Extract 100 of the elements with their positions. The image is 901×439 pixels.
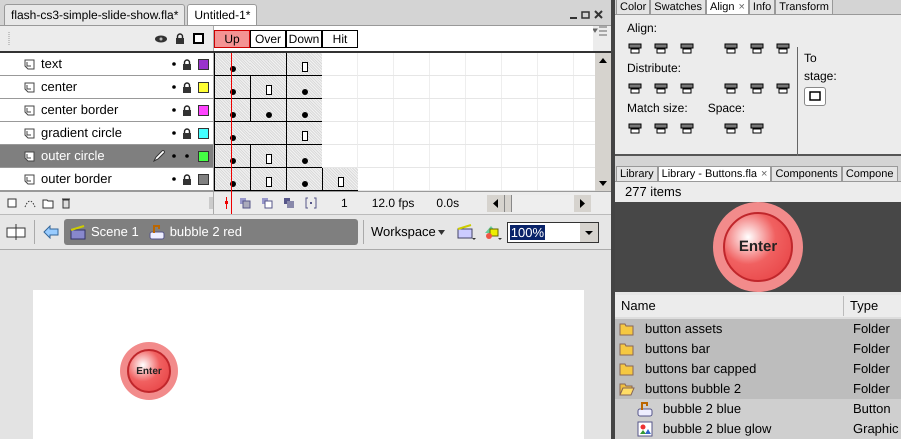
distribute-horizontal-center-icon xyxy=(749,80,765,95)
breadcrumb[interactable]: bubble 2 red xyxy=(148,222,242,242)
layer-name: center xyxy=(41,78,78,96)
frame-cell[interactable] xyxy=(214,168,250,191)
frame-cell[interactable] xyxy=(286,145,322,168)
edit-multiple-frames-icon xyxy=(283,197,295,209)
frame-label[interactable]: Over xyxy=(250,30,286,48)
zoom-field[interactable]: 100% xyxy=(506,222,599,242)
dot-icon[interactable] xyxy=(172,177,176,181)
button-label: Enter xyxy=(136,364,162,378)
frame-label[interactable]: Up xyxy=(214,30,250,48)
playhead-marker-icon xyxy=(224,197,229,209)
document-tab[interactable]: Untitled-1* xyxy=(187,4,258,25)
panel-tab[interactable]: Compone xyxy=(842,166,898,181)
layer-color-swatch[interactable] xyxy=(198,82,209,92)
layer-color-swatch[interactable] xyxy=(198,128,209,138)
unlocked-dot-icon[interactable] xyxy=(185,154,189,158)
frame-cell[interactable] xyxy=(286,168,322,191)
panel-tab[interactable]: Color xyxy=(616,0,650,14)
frame-cell[interactable] xyxy=(286,53,322,76)
panel-tab[interactable]: Swatches xyxy=(650,0,706,14)
lock-icon[interactable] xyxy=(182,128,192,138)
close-tab-button[interactable]: × xyxy=(738,0,745,14)
frame-cell[interactable] xyxy=(250,122,286,145)
keyframe-icon xyxy=(266,112,272,118)
frame-label[interactable]: Hit xyxy=(322,30,358,48)
library-item[interactable]: bubble 2 blue glow Graphic xyxy=(615,419,901,439)
item-name: buttons bar xyxy=(645,340,710,358)
lock-icon[interactable] xyxy=(182,58,192,70)
folder-icon xyxy=(619,341,635,357)
frame-cell[interactable] xyxy=(214,76,250,99)
layer-row[interactable]: outer circle xyxy=(0,145,214,168)
vertical-scrollbar[interactable] xyxy=(595,53,611,191)
grip-icon xyxy=(8,32,11,46)
layer-row[interactable]: center xyxy=(0,76,214,99)
library-item[interactable]: bubble 2 blue Button xyxy=(615,399,901,419)
frame-label[interactable]: Down xyxy=(286,30,322,48)
scroll-right-icon xyxy=(574,194,591,212)
dot-icon[interactable] xyxy=(172,108,176,112)
lock-icon[interactable] xyxy=(182,82,192,92)
section-label: To xyxy=(804,50,818,67)
frame-cell[interactable] xyxy=(214,53,250,76)
library-item[interactable]: buttons bar capped Folder xyxy=(615,359,901,379)
frame-cell[interactable] xyxy=(322,168,358,191)
library-item[interactable]: button assets Folder xyxy=(615,319,901,339)
lock-icon[interactable] xyxy=(182,174,192,184)
workspace-menu[interactable]: Workspace xyxy=(371,222,445,242)
item-name: buttons bar capped xyxy=(645,360,756,378)
frame-cell[interactable] xyxy=(250,76,286,99)
dot-icon[interactable] xyxy=(172,62,176,66)
horizontal-scrollbar[interactable] xyxy=(487,194,591,212)
document-tab[interactable]: flash-cs3-simple-slide-show.fla* xyxy=(4,4,186,25)
dot-icon[interactable] xyxy=(172,131,176,135)
trash-icon xyxy=(60,197,72,209)
dot-icon[interactable] xyxy=(172,154,176,158)
panel-tab[interactable]: Info xyxy=(748,0,776,14)
item-name: bubble 2 blue glow xyxy=(663,420,772,438)
folder-icon xyxy=(619,321,635,337)
panel-tab[interactable]: Library xyxy=(616,166,658,181)
layer-row[interactable]: gradient circle xyxy=(0,122,214,145)
layer-row[interactable]: text xyxy=(0,53,214,76)
layer-color-swatch[interactable] xyxy=(198,58,209,70)
frame-cell[interactable] xyxy=(214,145,250,168)
align-bottom-icon xyxy=(775,40,791,55)
scroll-thumb[interactable] xyxy=(504,194,512,212)
item-count: 277 items xyxy=(615,182,901,202)
panel-tab[interactable]: Transform xyxy=(775,0,833,14)
frame-cell[interactable] xyxy=(214,122,250,145)
item-type: Button xyxy=(852,400,891,418)
column-header[interactable]: Name xyxy=(615,296,844,316)
caret-icon xyxy=(438,230,445,234)
panel-tab[interactable]: Library - Buttons.fla × xyxy=(658,166,772,181)
button-symbol-icon xyxy=(637,401,653,417)
layer-row[interactable]: center border xyxy=(0,99,214,122)
layer-row[interactable]: outer border xyxy=(0,168,214,191)
layer-color-swatch[interactable] xyxy=(198,150,209,162)
frame-cell[interactable] xyxy=(214,99,250,122)
layer-color-swatch[interactable] xyxy=(198,104,209,116)
space-vertical-icon xyxy=(723,120,739,135)
lock-icon[interactable] xyxy=(182,104,192,116)
panel-tab[interactable]: Align × xyxy=(706,0,749,14)
keyframe-icon xyxy=(302,158,308,164)
breadcrumb[interactable]: Scene 1 xyxy=(70,222,139,242)
panel-tab[interactable]: Components xyxy=(771,166,842,181)
frame-cell[interactable] xyxy=(250,53,286,76)
lock-icon[interactable] xyxy=(175,33,185,44)
column-header[interactable]: Type xyxy=(844,296,878,316)
layer-color-swatch[interactable] xyxy=(198,174,209,184)
library-item[interactable]: buttons bar Folder xyxy=(615,339,901,359)
frame-cell[interactable] xyxy=(250,168,286,191)
close-tab-button[interactable]: × xyxy=(761,166,768,181)
to-stage-button[interactable] xyxy=(804,86,826,106)
frame-cell[interactable] xyxy=(286,122,322,145)
frame-cell[interactable] xyxy=(250,99,286,122)
dot-icon[interactable] xyxy=(172,85,176,89)
frame-cell[interactable] xyxy=(286,76,322,99)
library-item[interactable]: buttons bubble 2 Folder xyxy=(615,379,901,399)
frame-cell[interactable] xyxy=(250,145,286,168)
onion-markers-icon xyxy=(305,197,317,209)
frame-cell[interactable] xyxy=(286,99,322,122)
